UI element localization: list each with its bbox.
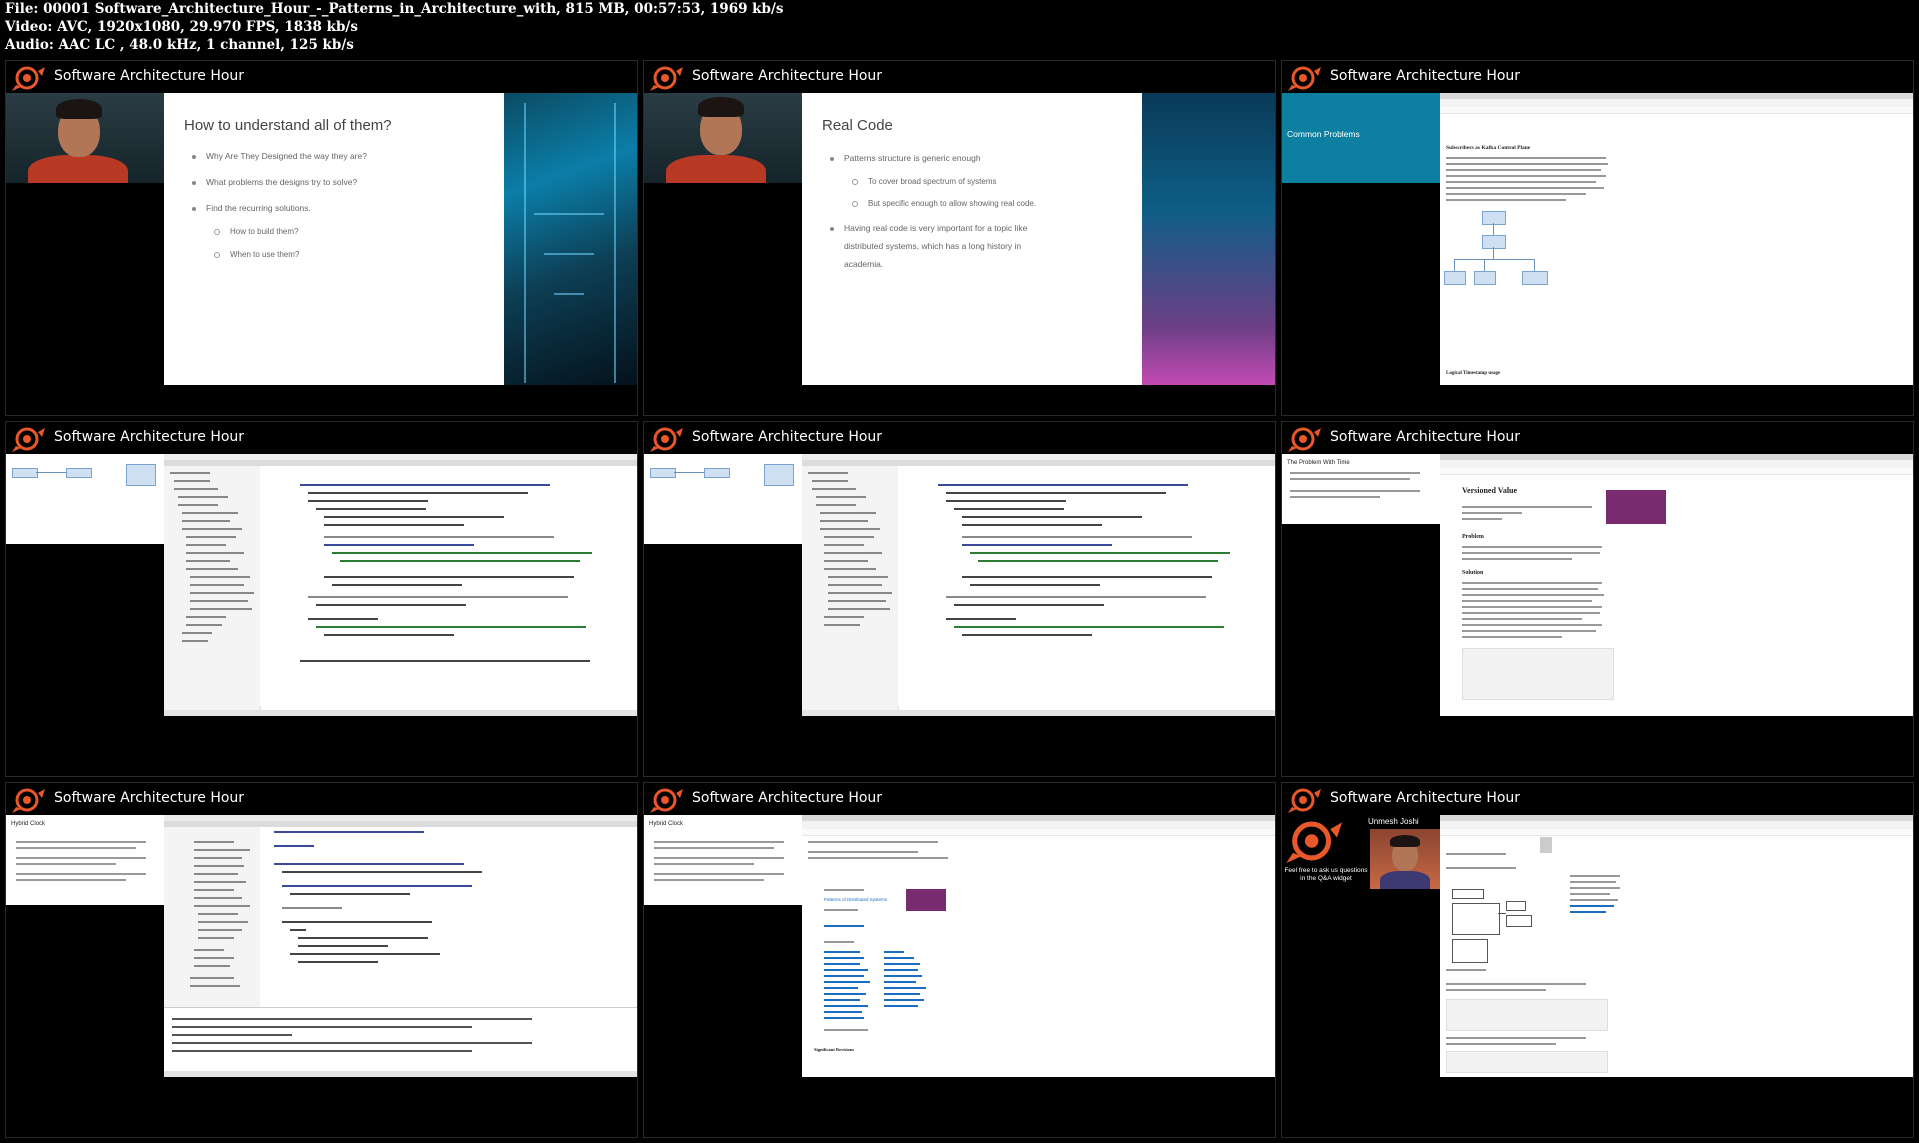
video-frame-3[interactable]: Software Architecture Hour Common Proble… (1281, 60, 1914, 416)
code-editor[interactable] (260, 466, 637, 706)
video-frame-7[interactable]: Software Architecture Hour Hybrid Clock (5, 782, 638, 1138)
video-frame-6[interactable]: Software Architecture Hour The Problem W… (1281, 421, 1914, 777)
ide-window[interactable] (802, 454, 1275, 716)
side-label: The Problem With Time (1287, 460, 1350, 466)
slide-image (1142, 93, 1275, 385)
brand-title: Software Architecture Hour (692, 790, 883, 806)
slide-sub-bullet: But specific enough to allow showing rea… (852, 199, 1036, 208)
video-frame-4[interactable]: Software Architecture Hour (5, 421, 638, 777)
qa-text: Feel free to ask us questions in the Q&A… (1284, 867, 1368, 882)
side-label: Hybrid Clock (649, 821, 684, 827)
brand-bar: Software Architecture Hour (644, 61, 1275, 93)
video-frame-8[interactable]: Software Architecture Hour Hybrid Clock … (643, 782, 1276, 1138)
brand-bar: Software Architecture Hour (6, 783, 637, 815)
side-label: Common Problems (1287, 129, 1360, 139)
brand-title: Software Architecture Hour (54, 790, 245, 806)
browser-window[interactable]: Versioned Value Problem Solution (1440, 454, 1913, 716)
brand-bar: Software Architecture Hour (1282, 783, 1913, 815)
sah-logo-icon (1288, 66, 1321, 91)
side-label: Hybrid Clock (11, 821, 46, 827)
code-editor[interactable] (898, 466, 1275, 706)
presenter-webcam (644, 93, 802, 183)
series-link[interactable]: Patterns of Distributed Systems (824, 897, 887, 902)
sah-logo-icon (650, 66, 683, 91)
slide-title: How to understand all of them? (184, 117, 392, 134)
presenter-webcam (6, 93, 164, 183)
slide-bullet: What problems the designs try to solve? (192, 177, 357, 187)
page-heading: Versioned Value (1462, 486, 1518, 495)
slide-image (504, 93, 637, 385)
slide-bullet: Why Are They Designed the way they are? (192, 151, 367, 161)
brand-bar: Software Architecture Hour (644, 783, 1275, 815)
brand-title: Software Architecture Hour (54, 68, 245, 84)
pattern-image (906, 889, 946, 911)
ide-window[interactable] (164, 815, 637, 1077)
presenter-photo (1370, 829, 1440, 889)
pattern-image (1606, 490, 1666, 524)
sah-logo-icon (650, 427, 683, 452)
project-tree[interactable] (164, 827, 261, 1007)
slide-sub-bullet: When to use them? (214, 250, 299, 259)
project-tree[interactable] (164, 466, 261, 710)
browser-window[interactable]: Patterns of Distributed Systems Signific… (802, 815, 1275, 1077)
brand-bar: Software Architecture Hour (6, 61, 637, 93)
slide-sub-bullet: To cover broad spectrum of systems (852, 177, 997, 186)
sah-logo-icon (12, 788, 45, 813)
browser-window[interactable] (1440, 815, 1913, 1077)
slide-bullet: Find the recurring solutions. (192, 203, 311, 213)
browser-window[interactable]: Subscribers as Kafka Control Plane Logic… (1440, 93, 1913, 385)
side-notes: Hybrid Clock (6, 815, 164, 905)
video-frame-1[interactable]: Software Architecture Hour How to unders… (5, 60, 638, 416)
slide: How to understand all of them? Why Are T… (164, 93, 504, 385)
side-diagram (6, 454, 164, 544)
brand-title: Software Architecture Hour (1330, 429, 1521, 445)
brand-bar: Software Architecture Hour (1282, 61, 1913, 93)
section-heading: Solution (1462, 570, 1484, 576)
brand-title: Software Architecture Hour (692, 68, 883, 84)
slide-sub-bullet: How to build them? (214, 227, 298, 236)
section-heading: Significant Revisions (814, 1047, 855, 1052)
video-frame-9[interactable]: Software Architecture Hour Feel free to … (1281, 782, 1914, 1138)
sah-logo-large-icon (1286, 821, 1343, 863)
qa-panel: Feel free to ask us questions in the Q&A… (1282, 815, 1440, 915)
brand-title: Software Architecture Hour (54, 429, 245, 445)
presenter-name: Unmesh Joshi (1368, 817, 1419, 826)
video-frame-5[interactable]: Software Architecture Hour (643, 421, 1276, 777)
sah-logo-icon (650, 788, 683, 813)
sah-logo-icon (12, 66, 45, 91)
brand-title: Software Architecture Hour (1330, 68, 1521, 84)
video-frame-2[interactable]: Software Architecture Hour Real Code Pat… (643, 60, 1276, 416)
slide-bullet: Having real code is very important for a… (830, 223, 1027, 233)
brand-bar: Software Architecture Hour (644, 422, 1275, 454)
side-diagram (644, 454, 802, 544)
slide-bullet-cont: distributed systems, which has a long hi… (844, 241, 1022, 251)
side-notes: The Problem With Time (1282, 454, 1440, 524)
ide-window[interactable] (164, 454, 637, 716)
section-heading: Problem (1462, 534, 1484, 540)
slide: Real Code Patterns structure is generic … (802, 93, 1142, 385)
sah-logo-icon (1288, 427, 1321, 452)
page-footer-heading: Logical Timestamp usage (1446, 371, 1501, 376)
brand-bar: Software Architecture Hour (6, 422, 637, 454)
run-console[interactable] (164, 1007, 637, 1072)
side-notes: Hybrid Clock (644, 815, 802, 905)
brand-title: Software Architecture Hour (692, 429, 883, 445)
slide-title: Real Code (822, 117, 893, 134)
sah-logo-icon (12, 427, 45, 452)
code-editor[interactable] (260, 827, 637, 1007)
thumbnail-grid: Software Architecture Hour How to unders… (0, 0, 1919, 1143)
sah-logo-icon (1288, 788, 1321, 813)
page-heading: Subscribers as Kafka Control Plane (1446, 145, 1531, 151)
brand-title: Software Architecture Hour (1330, 790, 1521, 806)
slide-bullet-cont: academia. (844, 259, 884, 269)
project-tree[interactable] (802, 466, 899, 710)
side-panel: Common Problems (1282, 93, 1440, 183)
brand-bar: Software Architecture Hour (1282, 422, 1913, 454)
slide-bullet: Patterns structure is generic enough (830, 153, 981, 163)
